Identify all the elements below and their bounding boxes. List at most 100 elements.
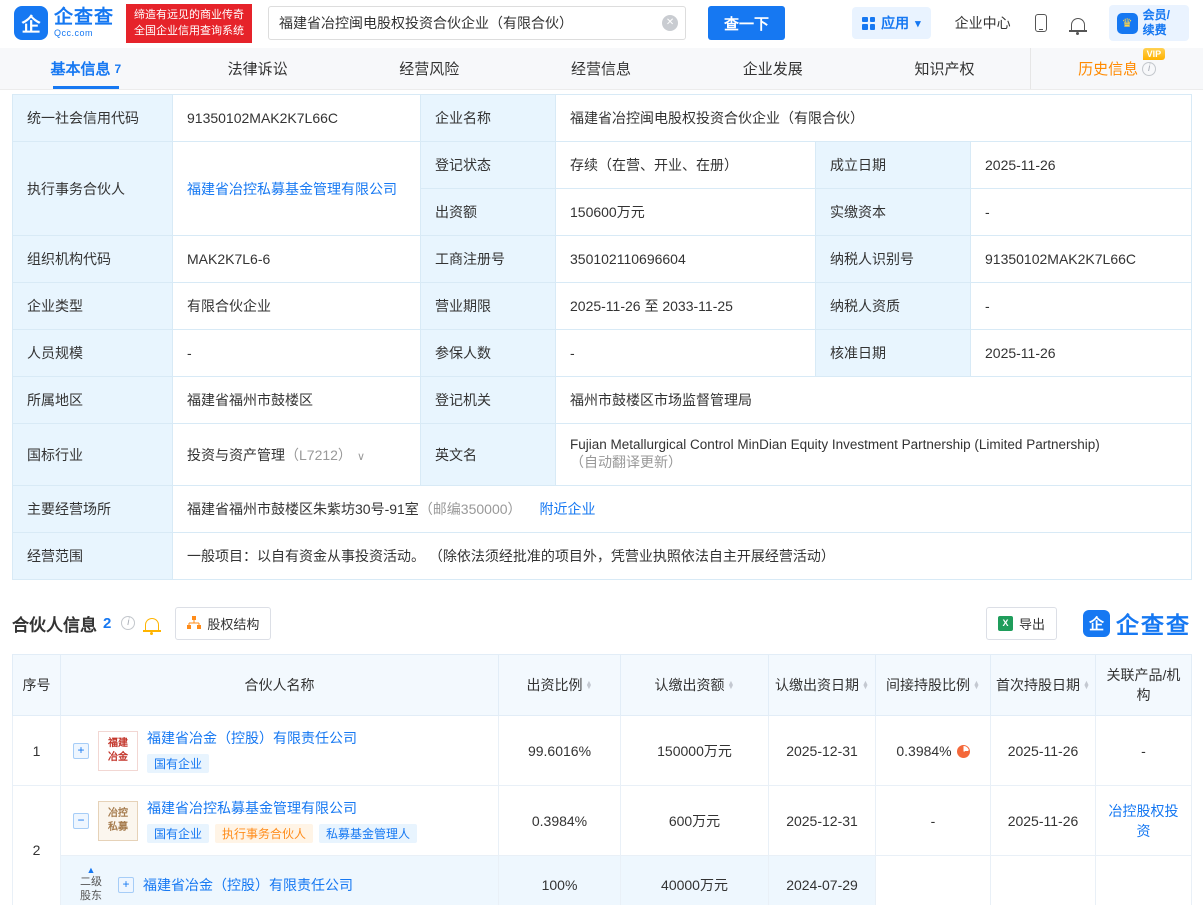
excel-icon: X	[998, 616, 1013, 631]
col-ratio-label: 出资比例	[527, 677, 583, 693]
mobile-app-icon[interactable]	[1035, 14, 1047, 32]
english-name-note: （自动翻译更新）	[570, 452, 1177, 472]
tab-history-info[interactable]: 历史信息 VIP i	[1030, 48, 1203, 89]
equity-penetration-icon[interactable]	[957, 745, 970, 758]
label-capital: 出资额	[421, 189, 556, 236]
partner-2-indirect: -	[876, 786, 991, 856]
tag-fund-manager: 私募基金管理人	[319, 824, 417, 843]
tab-intellectual-property[interactable]: 知识产权	[859, 48, 1031, 89]
tag-state-owned: 国有企业	[147, 754, 209, 773]
address-zip: （邮编350000）	[419, 501, 522, 517]
qcc-watermark-text: 企查查	[1116, 606, 1191, 640]
subrow-first-date	[991, 856, 1096, 905]
company-link[interactable]: 福建省冶控私募基金管理有限公司	[147, 798, 357, 818]
apps-button[interactable]: 应用 ▾	[852, 7, 931, 39]
company-logo-text: 冶控私募	[108, 807, 128, 834]
vip-badge: VIP	[1143, 48, 1166, 60]
col-ratio[interactable]: 出资比例▲▼	[499, 655, 621, 716]
partners-title: 合伙人信息	[12, 611, 97, 636]
label-status: 登记状态	[421, 142, 556, 189]
subscribe-bell-icon[interactable]	[145, 618, 159, 630]
subrow-amount: 40000万元	[621, 856, 769, 905]
subrow-related	[1096, 856, 1192, 905]
equity-structure-button[interactable]: 股权结构	[175, 607, 271, 640]
col-first-date[interactable]: 首次持股日期▲▼	[991, 655, 1096, 716]
col-amount-label: 认缴出资额	[655, 677, 725, 693]
col-related: 关联产品/机构	[1096, 655, 1192, 716]
collapse-level-widget[interactable]: ▲ 二级股东	[73, 866, 109, 904]
industry-text: 投资与资产管理	[187, 447, 285, 463]
managing-partner-link[interactable]: 福建省冶控私募基金管理有限公司	[187, 181, 397, 197]
value-paid-capital: -	[971, 189, 1192, 236]
partner-1-indirect: 0.3984%	[876, 716, 991, 786]
export-label: 导出	[1019, 614, 1045, 633]
tab-bar: 基本信息 7 法律诉讼 经营风险 经营信息 企业发展 知识产权 历史信息 VIP…	[0, 48, 1203, 90]
nearby-companies-link[interactable]: 附近企业	[540, 501, 596, 517]
partner-1-subscribe-date: 2025-12-31	[769, 716, 876, 786]
sort-icon[interactable]: ▲▼	[1083, 682, 1090, 690]
equity-structure-label: 股权结构	[207, 614, 259, 633]
english-name-text: Fujian Metallurgical Control MinDian Equ…	[570, 437, 1177, 452]
enterprise-center-link[interactable]: 企业中心	[955, 13, 1011, 33]
partner-1-ratio: 99.6016%	[499, 716, 621, 786]
expand-icon[interactable]: +	[73, 743, 89, 759]
expand-icon[interactable]: +	[118, 877, 134, 893]
info-icon[interactable]: i	[121, 616, 135, 630]
col-amount[interactable]: 认缴出资额▲▼	[621, 655, 769, 716]
tab-label: 历史信息 VIP	[1078, 58, 1138, 79]
sort-icon[interactable]: ▲▼	[728, 682, 735, 690]
value-company-type: 有限合伙企业	[173, 283, 421, 330]
search-button[interactable]: 查一下	[708, 6, 785, 40]
slogan-line2: 全国企业信用查询系统	[134, 23, 244, 40]
export-button[interactable]: X 导出	[986, 607, 1057, 640]
clear-icon[interactable]: ✕	[662, 15, 678, 31]
info-icon[interactable]: i	[1142, 62, 1156, 76]
chevron-down-icon[interactable]: ∨	[357, 451, 365, 463]
basic-info-table: 统一社会信用代码 91350102MAK2K7L66C 企业名称 福建省冶控闽电…	[12, 94, 1192, 580]
col-first-date-label: 首次持股日期	[996, 677, 1080, 693]
subrow-ratio: 100%	[499, 856, 621, 905]
sort-icon[interactable]: ▲▼	[586, 682, 593, 690]
col-indirect-ratio[interactable]: 间接持股比例▲▼	[876, 655, 991, 716]
tab-label: 基本信息	[51, 58, 111, 79]
company-link[interactable]: 福建省冶金（控股）有限责任公司	[147, 728, 357, 748]
partner-1-name-cell: + 福建冶金 福建省冶金（控股）有限责任公司 国有企业	[61, 716, 499, 786]
tab-development[interactable]: 企业发展	[687, 48, 859, 89]
tab-label: 法律诉讼	[228, 58, 288, 79]
collapse-icon[interactable]: −	[73, 813, 89, 829]
notification-bell-icon[interactable]	[1071, 18, 1085, 30]
col-no: 序号	[13, 655, 61, 716]
indirect-ratio-text: 0.3984%	[896, 743, 951, 759]
col-subscribe-date[interactable]: 认缴出资日期▲▼	[769, 655, 876, 716]
related-product-link[interactable]: 冶控股权投资	[1109, 803, 1179, 839]
vip-label: 会员/续费	[1143, 8, 1181, 38]
label-paid-capital: 实缴资本	[816, 189, 971, 236]
label-business-scope: 经营范围	[13, 533, 173, 580]
value-business-scope: 一般项目：以自有资金从事投资活动。 （除依法须经批准的项目外，凭营业执照依法自主…	[173, 533, 1192, 580]
tab-operation-info[interactable]: 经营信息	[515, 48, 687, 89]
tab-basic-info[interactable]: 基本信息 7	[0, 48, 172, 89]
partner-2-name-cell: − 冶控私募 福建省冶控私募基金管理有限公司 国有企业 执行事务合伙人 私募基金…	[61, 786, 499, 856]
sort-icon[interactable]: ▲▼	[973, 682, 980, 690]
label-managing-partner: 执行事务合伙人	[13, 142, 173, 236]
search-input[interactable]	[268, 6, 686, 40]
value-address: 福建省福州市鼓楼区朱紫坊30号-91室（邮编350000）附近企业	[173, 486, 1192, 533]
label-org-code: 组织机构代码	[13, 236, 173, 283]
qcc-logo[interactable]: 企 企查查 Qcc.com	[14, 6, 114, 40]
label-company-name: 企业名称	[421, 95, 556, 142]
tab-legal[interactable]: 法律诉讼	[172, 48, 344, 89]
org-chart-icon	[187, 616, 201, 630]
sort-icon[interactable]: ▲▼	[862, 682, 869, 690]
subrow-indirect	[876, 856, 991, 905]
subrow-name-cell: ▲ 二级股东 + 福建省冶金（控股）有限责任公司	[61, 856, 499, 905]
value-registry: 福州市鼓楼区市场监督管理局	[556, 377, 1192, 424]
vip-renew-button[interactable]: ♛ 会员/续费	[1109, 5, 1189, 41]
qcc-logo-text: 企查查 Qcc.com	[54, 8, 114, 38]
tag-row: 国有企业 执行事务合伙人 私募基金管理人	[147, 824, 417, 843]
col-indirect-ratio-label: 间接持股比例	[886, 677, 970, 693]
value-staff-size: -	[173, 330, 421, 377]
company-link[interactable]: 福建省冶金（控股）有限责任公司	[143, 875, 353, 895]
tab-operation-risk[interactable]: 经营风险	[343, 48, 515, 89]
label-business-term: 营业期限	[421, 283, 556, 330]
industry-code: （L7212）	[285, 447, 352, 463]
